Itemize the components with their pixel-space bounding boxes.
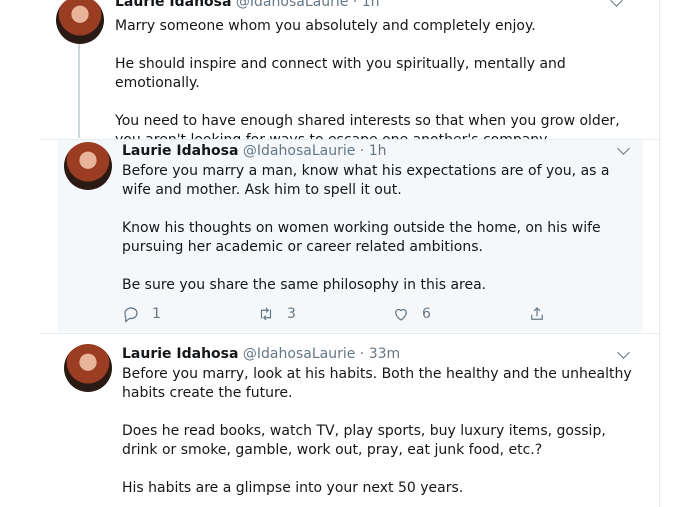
chevron-down-icon[interactable]	[617, 346, 630, 359]
tweet-text: Before you marry, look at his habits. Bo…	[122, 365, 632, 498]
like-count: 6	[422, 306, 431, 322]
share-button[interactable]	[528, 305, 546, 323]
retweet-icon	[260, 307, 272, 321]
reply-icon	[124, 307, 138, 323]
separator-dot: ·	[359, 346, 365, 362]
retweet-button[interactable]: 3	[257, 305, 296, 323]
tweet-paragraph: Marry someone whom you absolutely and co…	[115, 18, 536, 34]
tweet-3[interactable]: Laurie Idahosa @IdahosaLaurie · 33m Befo…	[40, 334, 659, 507]
tweet-text: Marry someone whom you absolutely and co…	[115, 17, 635, 150]
author-name[interactable]: Laurie Idahosa	[122, 143, 238, 159]
author-handle[interactable]: @IdahosaLaurie	[243, 143, 355, 159]
tweet-actions: 1 3 6	[122, 305, 602, 325]
heart-icon	[395, 308, 407, 321]
retweet-count: 3	[287, 306, 296, 322]
tweet-paragraph: Before you marry, look at his habits. Bo…	[122, 366, 632, 401]
tweet-paragraph: Know his thoughts on women working outsi…	[122, 220, 601, 255]
timestamp[interactable]: 1h	[362, 0, 380, 10]
like-button[interactable]: 6	[392, 305, 431, 323]
tweet-header: Laurie Idahosa @IdahosaLaurie · 1h	[122, 142, 386, 160]
author-handle[interactable]: @IdahosaLaurie	[236, 0, 348, 10]
tweet-1[interactable]: Laurie Idahosa @IdahosaLaurie · 1h Marry…	[40, 0, 659, 148]
separator-dot: ·	[352, 0, 358, 10]
share-icon	[531, 307, 543, 320]
author-name[interactable]: Laurie Idahosa	[122, 346, 238, 362]
chevron-down-icon[interactable]	[610, 0, 623, 7]
separator-dot: ·	[359, 143, 365, 159]
tweet-text: Before you marry a man, know what his ex…	[122, 162, 622, 295]
tweet-paragraph: Be sure you share the same philosophy in…	[122, 277, 487, 293]
avatar[interactable]	[64, 142, 112, 190]
avatar[interactable]	[64, 344, 112, 392]
tweet-paragraph: Before you marry a man, know what his ex…	[122, 163, 610, 198]
tweet-header: Laurie Idahosa @IdahosaLaurie · 1h	[115, 0, 379, 11]
author-handle[interactable]: @IdahosaLaurie	[243, 346, 355, 362]
timeline-border	[659, 0, 660, 507]
tweet-header: Laurie Idahosa @IdahosaLaurie · 33m	[122, 345, 400, 363]
timestamp[interactable]: 1h	[369, 143, 387, 159]
tweet-paragraph: He should inspire and connect with you s…	[115, 56, 566, 91]
tweet-paragraph: His habits are a glimpse into your next …	[122, 480, 464, 496]
avatar[interactable]	[56, 0, 104, 44]
tweet-2[interactable]: Laurie Idahosa @IdahosaLaurie · 1h Befor…	[58, 140, 643, 332]
reply-button[interactable]: 1	[122, 305, 161, 323]
reply-count: 1	[152, 306, 161, 322]
author-name[interactable]: Laurie Idahosa	[115, 0, 231, 10]
timestamp[interactable]: 33m	[369, 346, 400, 362]
chevron-down-icon[interactable]	[617, 142, 630, 155]
tweet-paragraph: Does he read books, watch TV, play sport…	[122, 423, 606, 458]
